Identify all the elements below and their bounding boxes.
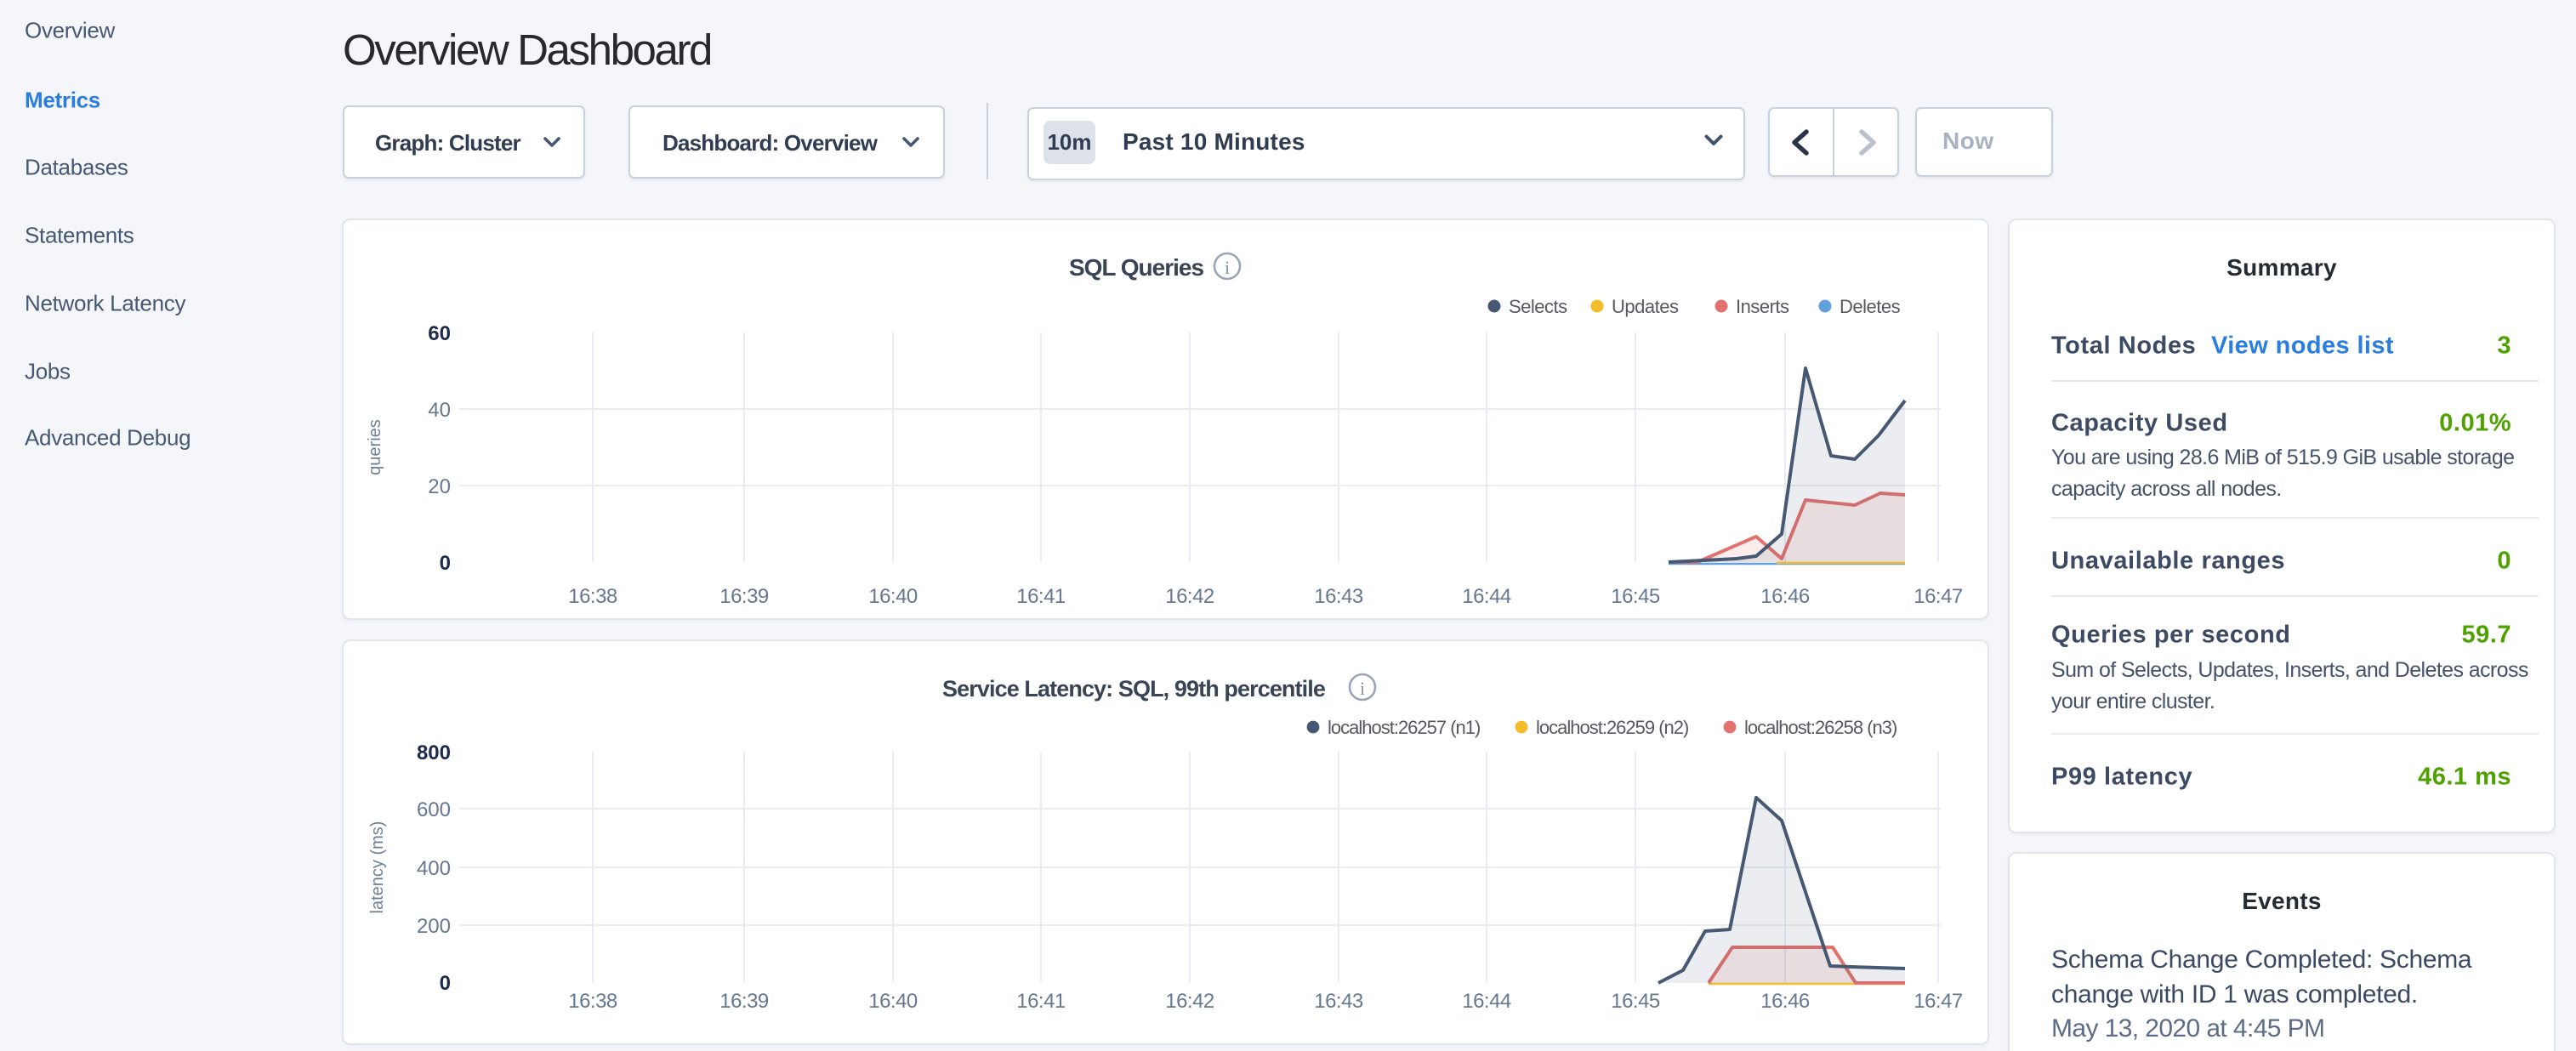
svg-text:16:40: 16:40	[868, 990, 918, 1013]
svg-text:16:43: 16:43	[1314, 585, 1363, 608]
svg-text:Updates: Updates	[1612, 296, 1679, 317]
svg-text:16:38: 16:38	[568, 585, 617, 608]
svg-text:16:45: 16:45	[1611, 585, 1660, 608]
svg-text:localhost:26258 (n3): localhost:26258 (n3)	[1744, 717, 1896, 738]
svg-text:SQL Queries: SQL Queries	[1069, 254, 1204, 281]
svg-text:16:42: 16:42	[1165, 585, 1214, 608]
svg-text:Deletes: Deletes	[1840, 296, 1901, 317]
svg-text:200: 200	[417, 915, 451, 938]
svg-text:16:40: 16:40	[868, 585, 918, 608]
svg-text:localhost:26259 (n2): localhost:26259 (n2)	[1536, 717, 1688, 738]
svg-text:800: 800	[417, 741, 451, 764]
svg-text:60: 60	[428, 322, 451, 345]
svg-text:Selects: Selects	[1509, 296, 1567, 317]
svg-text:16:45: 16:45	[1611, 990, 1660, 1013]
svg-text:localhost:26257 (n1): localhost:26257 (n1)	[1328, 717, 1480, 738]
svg-text:latency (ms): latency (ms)	[368, 821, 387, 914]
svg-text:Service Latency: SQL, 99th per: Service Latency: SQL, 99th percentile	[942, 676, 1326, 702]
svg-text:i: i	[1225, 257, 1230, 278]
svg-text:40: 40	[428, 399, 451, 422]
svg-text:16:39: 16:39	[719, 990, 769, 1013]
svg-text:600: 600	[417, 798, 451, 821]
svg-text:20: 20	[428, 475, 451, 498]
svg-text:0: 0	[440, 552, 451, 575]
svg-text:16:47: 16:47	[1914, 990, 1963, 1013]
svg-text:16:47: 16:47	[1914, 585, 1963, 608]
svg-text:16:43: 16:43	[1314, 990, 1363, 1013]
svg-text:16:41: 16:41	[1016, 990, 1066, 1013]
svg-text:400: 400	[417, 857, 451, 880]
svg-text:16:46: 16:46	[1760, 990, 1810, 1013]
svg-text:16:38: 16:38	[568, 990, 617, 1013]
svg-text:16:41: 16:41	[1016, 585, 1066, 608]
svg-text:0: 0	[440, 972, 451, 995]
svg-text:16:42: 16:42	[1165, 990, 1214, 1013]
svg-text:Inserts: Inserts	[1736, 296, 1789, 317]
svg-text:16:46: 16:46	[1760, 585, 1810, 608]
svg-text:16:44: 16:44	[1462, 585, 1511, 608]
svg-text:16:44: 16:44	[1462, 990, 1511, 1013]
svg-text:queries: queries	[366, 419, 384, 475]
svg-text:16:39: 16:39	[719, 585, 769, 608]
svg-text:i: i	[1360, 678, 1365, 699]
